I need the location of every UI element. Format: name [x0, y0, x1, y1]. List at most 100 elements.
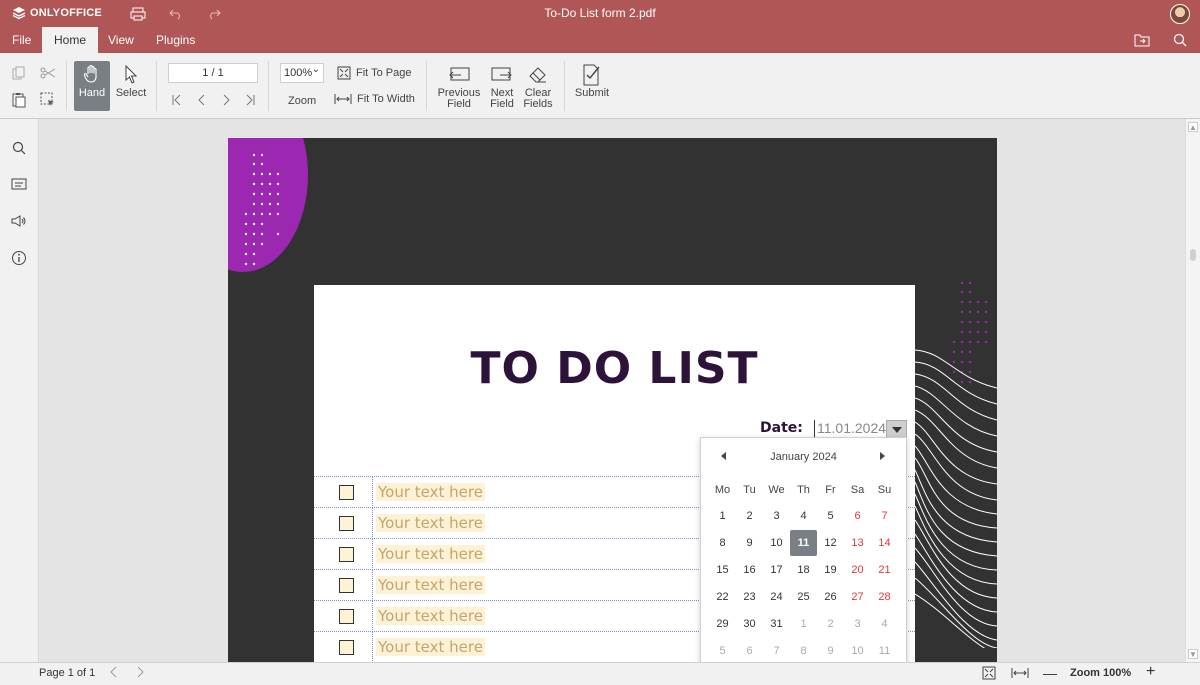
info-icon[interactable] [9, 248, 29, 268]
calendar-day[interactable]: 22 [709, 584, 736, 610]
page-number-input[interactable]: 1 / 1 [168, 63, 258, 83]
todo-checkbox[interactable] [339, 578, 354, 593]
calendar-day[interactable]: 4 [790, 503, 817, 529]
todo-checkbox[interactable] [339, 547, 354, 562]
scroll-up-icon[interactable]: ▲ [1188, 122, 1198, 132]
first-page-icon[interactable] [167, 90, 187, 110]
fit-to-width-button[interactable]: Fit To Width [334, 93, 415, 105]
calendar-day[interactable]: 8 [709, 530, 736, 556]
calendar-day[interactable]: 31 [763, 611, 790, 637]
clear-fields-button[interactable]: Clear Fields [521, 63, 555, 110]
calendar-day[interactable]: 23 [736, 584, 763, 610]
tab-file[interactable]: File [0, 27, 43, 53]
calendar-day[interactable]: 3 [844, 611, 871, 637]
open-file-location-icon[interactable] [1133, 31, 1151, 49]
calendar-day[interactable]: 16 [736, 557, 763, 583]
calendar-day[interactable]: 9 [817, 638, 844, 664]
todo-checkbox[interactable] [339, 485, 354, 500]
calendar-day[interactable]: 26 [817, 584, 844, 610]
status-next-page-icon[interactable] [135, 665, 145, 682]
calendar-day[interactable]: 1 [790, 611, 817, 637]
calendar-day[interactable]: 4 [871, 611, 898, 637]
calendar-day[interactable]: 15 [709, 557, 736, 583]
scroll-down-icon[interactable]: ▼ [1188, 649, 1198, 659]
todo-text-field[interactable]: Your text here [376, 576, 485, 594]
todo-text-field[interactable]: Your text here [376, 638, 485, 656]
zoom-in-icon[interactable]: + [1146, 663, 1155, 681]
calendar-day[interactable]: 11 [871, 638, 898, 664]
todo-checkbox[interactable] [339, 609, 354, 624]
calendar-day[interactable]: 6 [844, 503, 871, 529]
todo-text-field[interactable]: Your text here [376, 607, 485, 625]
calendar-day[interactable]: 28 [871, 584, 898, 610]
calendar-day[interactable]: 2 [817, 611, 844, 637]
calendar-day[interactable]: 12 [817, 530, 844, 556]
tab-view[interactable]: View [96, 27, 146, 53]
previous-field-button[interactable]: Previous Field [436, 63, 482, 110]
document-canvas[interactable]: TO DO LIST Date: 11.01.2024 Your text he… [40, 119, 1185, 662]
status-fit-width-icon[interactable] [1011, 667, 1029, 682]
calendar-day[interactable]: 13 [844, 530, 871, 556]
calendar-day[interactable]: 24 [763, 584, 790, 610]
scroll-thumb[interactable] [1190, 249, 1196, 261]
todo-checkbox[interactable] [339, 640, 354, 655]
calendar-day[interactable]: 11 [790, 530, 817, 556]
submit-button[interactable]: Submit [572, 63, 612, 99]
calendar-day[interactable]: 10 [844, 638, 871, 664]
calendar-day[interactable]: 20 [844, 557, 871, 583]
todo-checkbox[interactable] [339, 516, 354, 531]
print-icon[interactable] [129, 5, 147, 23]
feedback-megaphone-icon[interactable] [9, 211, 29, 231]
previous-page-icon[interactable] [192, 90, 212, 110]
last-page-icon[interactable] [240, 90, 260, 110]
zoom-out-icon[interactable]: — [1043, 665, 1057, 681]
tab-plugins[interactable]: Plugins [144, 27, 207, 53]
calendar-day[interactable]: 7 [763, 638, 790, 664]
calendar-day[interactable]: 3 [763, 503, 790, 529]
calendar-day[interactable]: 30 [736, 611, 763, 637]
user-avatar[interactable] [1170, 4, 1190, 24]
hand-tool-button[interactable]: Hand [74, 61, 110, 111]
vertical-scrollbar[interactable]: ▲ ▼ [1185, 119, 1200, 662]
select-all-icon[interactable] [38, 90, 58, 110]
todo-text-field[interactable]: Your text here [376, 545, 485, 563]
calendar-day[interactable]: 7 [871, 503, 898, 529]
fit-to-page-button[interactable]: Fit To Page [337, 66, 411, 80]
todo-text-field[interactable]: Your text here [376, 483, 485, 501]
cut-icon[interactable] [38, 63, 58, 83]
date-dropdown-button[interactable] [886, 420, 907, 438]
search-panel-icon[interactable] [9, 138, 29, 158]
paste-icon[interactable] [9, 90, 29, 110]
calendar-day[interactable]: 1 [709, 503, 736, 529]
calendar-day[interactable]: 29 [709, 611, 736, 637]
calendar-day[interactable]: 14 [871, 530, 898, 556]
copy-icon[interactable] [9, 63, 29, 83]
redo-icon[interactable] [205, 5, 223, 23]
comments-icon[interactable] [9, 175, 29, 195]
calendar-day[interactable]: 8 [790, 638, 817, 664]
calendar-day[interactable]: 5 [817, 503, 844, 529]
calendar-day[interactable]: 19 [817, 557, 844, 583]
next-field-button[interactable]: Next Field [486, 63, 518, 110]
status-previous-page-icon[interactable] [109, 665, 119, 682]
calendar-day[interactable]: 27 [844, 584, 871, 610]
calendar-day[interactable]: 5 [709, 638, 736, 664]
todo-text-field[interactable]: Your text here [376, 514, 485, 532]
tab-home[interactable]: Home [42, 27, 99, 53]
calendar-day[interactable]: 18 [790, 557, 817, 583]
status-fit-page-icon[interactable] [982, 666, 996, 683]
calendar-day[interactable]: 25 [790, 584, 817, 610]
undo-icon[interactable] [167, 5, 185, 23]
next-page-icon[interactable] [216, 90, 236, 110]
zoom-select[interactable]: 100% [280, 61, 324, 83]
calendar-day[interactable]: 6 [736, 638, 763, 664]
search-icon[interactable] [1171, 31, 1189, 49]
calendar-day[interactable]: 2 [736, 503, 763, 529]
select-tool-button[interactable]: Select [114, 63, 148, 99]
calendar-next-month-icon[interactable] [877, 450, 887, 462]
calendar-day[interactable]: 10 [763, 530, 790, 556]
calendar-day[interactable]: 21 [871, 557, 898, 583]
calendar-day[interactable]: 9 [736, 530, 763, 556]
calendar-day[interactable]: 17 [763, 557, 790, 583]
fit-width-icon [334, 94, 352, 104]
